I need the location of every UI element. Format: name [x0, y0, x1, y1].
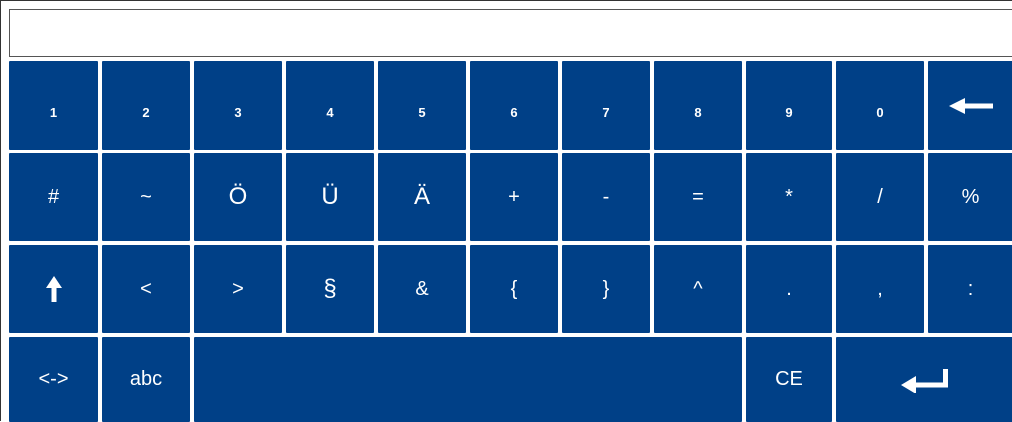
arrow-up-icon: [44, 275, 64, 303]
key-1[interactable]: 1: [9, 61, 98, 150]
clear-entry-key[interactable]: CE: [746, 337, 832, 422]
key-a-umlaut[interactable]: Ä: [378, 153, 466, 241]
shift-key[interactable]: [9, 245, 98, 333]
key-7[interactable]: 7: [562, 61, 650, 150]
enter-key[interactable]: [836, 337, 1012, 422]
key-3[interactable]: 3: [194, 61, 282, 150]
key-5[interactable]: 5: [378, 61, 466, 150]
key-equals[interactable]: =: [654, 153, 742, 241]
key-o-umlaut[interactable]: Ö: [194, 153, 282, 241]
key-less-than[interactable]: <: [102, 245, 190, 333]
layout-toggle-key[interactable]: <->: [9, 337, 98, 422]
key-plus[interactable]: +: [470, 153, 558, 241]
key-colon[interactable]: :: [928, 245, 1012, 333]
text-input-field[interactable]: [9, 9, 1012, 57]
key-0[interactable]: 0: [836, 61, 924, 150]
key-8[interactable]: 8: [654, 61, 742, 150]
abc-key[interactable]: abc: [102, 337, 190, 422]
keyboard-window: 1 2 3 4 5 6 7 8 9 0 # ~ Ö Ü Ä + - = * / …: [0, 0, 1012, 422]
key-hash[interactable]: #: [9, 153, 98, 241]
key-slash[interactable]: /: [836, 153, 924, 241]
key-tilde[interactable]: ~: [102, 153, 190, 241]
key-4[interactable]: 4: [286, 61, 374, 150]
space-key[interactable]: [194, 337, 742, 422]
key-left-brace[interactable]: {: [470, 245, 558, 333]
key-section[interactable]: §: [286, 245, 374, 333]
key-greater-than[interactable]: >: [194, 245, 282, 333]
key-right-brace[interactable]: }: [562, 245, 650, 333]
key-percent[interactable]: %: [928, 153, 1012, 241]
key-caret[interactable]: ^: [654, 245, 742, 333]
enter-return-icon: [899, 367, 951, 393]
key-6[interactable]: 6: [470, 61, 558, 150]
key-asterisk[interactable]: *: [746, 153, 832, 241]
key-u-umlaut[interactable]: Ü: [286, 153, 374, 241]
key-9[interactable]: 9: [746, 61, 832, 150]
key-comma[interactable]: ,: [836, 245, 924, 333]
backspace-key[interactable]: [928, 61, 1012, 150]
key-minus[interactable]: -: [562, 153, 650, 241]
arrow-left-icon: [947, 96, 995, 116]
key-period[interactable]: .: [746, 245, 832, 333]
key-2[interactable]: 2: [102, 61, 190, 150]
key-ampersand[interactable]: &: [378, 245, 466, 333]
